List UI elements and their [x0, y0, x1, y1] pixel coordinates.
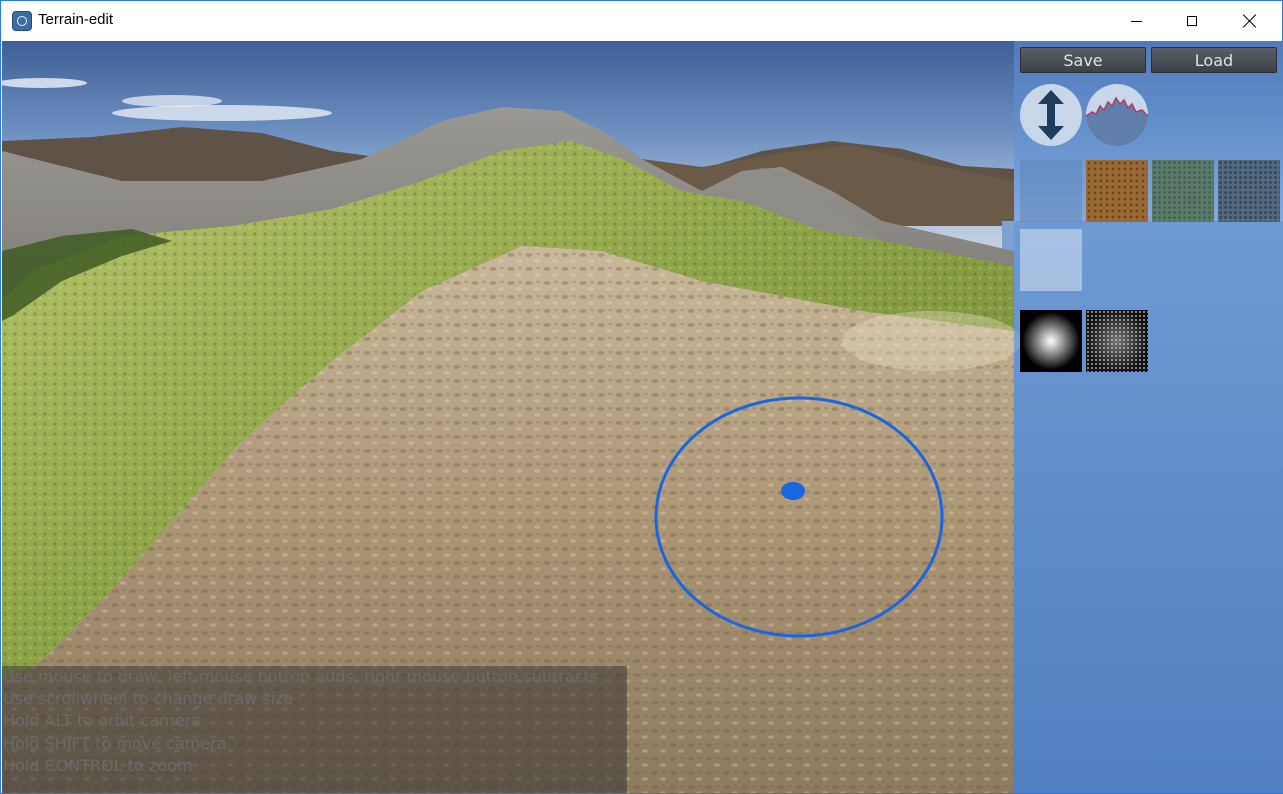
soft-round-brush[interactable]	[1020, 310, 1082, 372]
instructions-panel: Use mouse to draw, left mouse button add…	[2, 666, 627, 793]
app-icon	[12, 11, 32, 31]
empty-slot[interactable]	[1020, 229, 1082, 291]
window-title: Terrain-edit	[38, 11, 114, 28]
brush-center-dot	[781, 482, 805, 500]
app-window: Terrain-edit Save Load Use mouse to draw…	[0, 0, 1283, 794]
noise-tool[interactable]	[1086, 84, 1148, 146]
save-button[interactable]: Save	[1020, 47, 1146, 73]
instruction-line: Hold ALT to orbit camera	[3, 711, 201, 730]
load-button[interactable]: Load	[1151, 47, 1277, 73]
grass-texture-slot[interactable]	[1152, 160, 1214, 222]
sand-texture-slot[interactable]	[1086, 160, 1148, 222]
maximize-icon	[1187, 15, 1197, 26]
terrain-viewport[interactable]: Save Load Use mouse to draw, left mouse …	[2, 41, 1283, 793]
instruction-line: Use scrollwheel to change draw size	[3, 689, 294, 708]
up-down-arrow-icon	[1038, 90, 1064, 140]
minimize-icon	[1130, 20, 1142, 22]
rock-texture-slot[interactable]	[1218, 160, 1280, 222]
maximize-button[interactable]	[1163, 1, 1221, 40]
empty-texture-slot[interactable]	[1020, 160, 1082, 222]
raise-lower-tool[interactable]	[1020, 84, 1082, 146]
noise-terrain-icon	[1086, 96, 1148, 146]
tool-panel: Save Load	[1014, 41, 1283, 793]
title-bar[interactable]: Terrain-edit	[1, 1, 1282, 40]
close-button[interactable]	[1221, 1, 1279, 40]
minimize-button[interactable]	[1107, 1, 1165, 40]
instruction-line: Use mouse to draw, left mouse button add…	[3, 667, 598, 686]
instruction-line: Hold CONTROL to zoom	[3, 756, 193, 775]
close-icon	[1243, 14, 1257, 28]
noise-brush[interactable]	[1086, 310, 1148, 372]
soft-brush-icon	[1020, 310, 1082, 372]
instruction-line: Hold SHIFT to move camera	[3, 734, 227, 753]
